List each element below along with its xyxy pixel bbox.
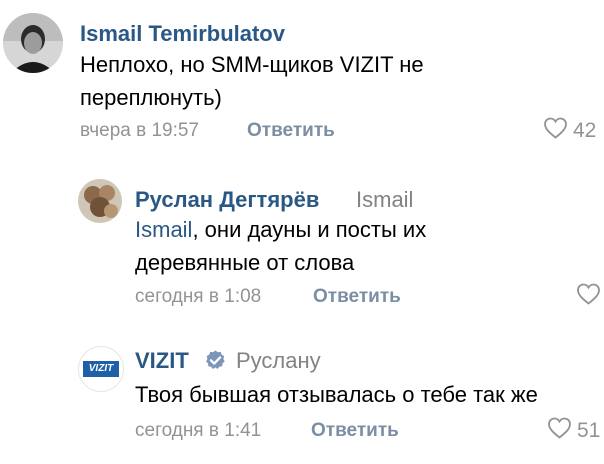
comment-timestamp[interactable]: вчера в 19:57 bbox=[80, 120, 199, 142]
avatar-ismail[interactable] bbox=[3, 13, 63, 73]
like-button[interactable]: 42 bbox=[543, 117, 596, 145]
reply-button[interactable]: Ответить bbox=[247, 120, 335, 142]
comment-timestamp[interactable]: сегодня в 1:41 bbox=[135, 420, 261, 442]
vizit-logo-text: VIZIT bbox=[88, 363, 114, 374]
comment-author[interactable]: Ismail Temirbulatov bbox=[80, 21, 285, 47]
comment-text: Твоя бывшая отзывалась о тебе так же bbox=[135, 382, 538, 407]
like-count: 51 bbox=[577, 419, 601, 442]
reply-button[interactable]: Ответить bbox=[313, 286, 401, 308]
mention-link[interactable]: Ismail bbox=[135, 217, 192, 242]
verified-icon bbox=[204, 349, 227, 377]
heart-icon bbox=[547, 417, 572, 445]
heart-icon bbox=[576, 283, 601, 311]
reply-to-name[interactable]: Руслану bbox=[236, 348, 321, 374]
avatar-ruslan[interactable] bbox=[78, 179, 122, 223]
avatar-vizit[interactable]: VIZIT bbox=[78, 346, 124, 392]
reply-button[interactable]: Ответить bbox=[311, 420, 399, 442]
heart-icon bbox=[543, 117, 568, 145]
comment-text: Ismail, они дауны и посты их деревянные … bbox=[135, 213, 495, 279]
like-count: 42 bbox=[573, 119, 597, 142]
comment-author[interactable]: Руслан Дегтярёв bbox=[135, 187, 319, 213]
reply-to-name[interactable]: Ismail bbox=[356, 187, 413, 213]
comment-text: Неплохо, но SMM-щиков VIZIT не переплюну… bbox=[80, 52, 424, 110]
comment-author[interactable]: VIZIT bbox=[135, 348, 189, 374]
like-button[interactable] bbox=[576, 283, 601, 311]
comment-timestamp[interactable]: сегодня в 1:08 bbox=[135, 286, 261, 308]
like-button[interactable]: 51 bbox=[547, 417, 600, 445]
